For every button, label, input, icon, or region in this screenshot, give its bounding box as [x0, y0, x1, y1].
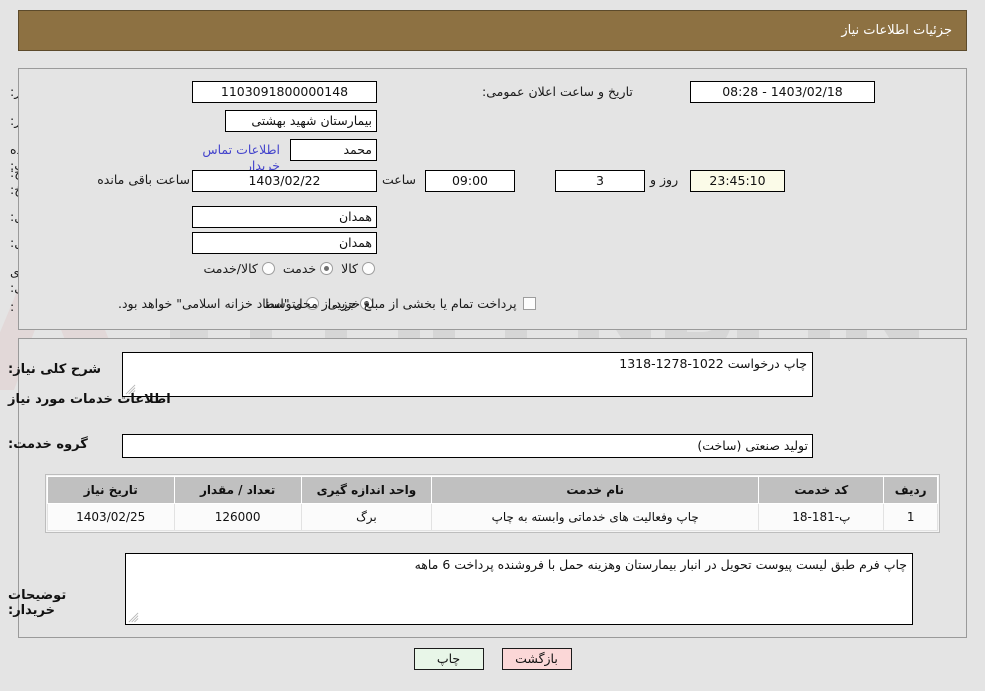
service-group-label: گروه خدمت:: [8, 437, 88, 452]
table-row[interactable]: 1 پ-181-18 چاپ وفعالیت های خدماتی وابسته ب…: [47, 503, 938, 531]
category-label-0: کالا: [341, 261, 358, 276]
buyer-notes-label: توضیحات خریدار:: [8, 588, 67, 618]
buyer-notes-text: چاپ فرم طبق لیست پیوست تحویل در انبار بی…: [414, 557, 907, 572]
need-summary-panel: [18, 68, 967, 330]
treasury-checkbox[interactable]: [522, 297, 536, 310]
table-cell-row_no: 1: [883, 503, 938, 531]
announce-datetime-label: تاریخ و ساعت اعلان عمومی:: [482, 84, 633, 99]
category-label-1: خدمت: [282, 261, 317, 276]
table-cell-quantity: 126000: [173, 503, 302, 531]
days-field[interactable]: 3: [555, 170, 645, 192]
table-header-cell-5: تاریخ نیاز: [47, 476, 175, 504]
deadline-date-field[interactable]: 1403/02/22: [192, 170, 377, 192]
services-info-title: اطلاعات خدمات مورد نیاز: [8, 392, 171, 407]
announce-datetime-field[interactable]: 1403/02/18 - 08:28: [690, 81, 875, 103]
general-desc-text: چاپ درخواست 1022-1278-1318: [619, 356, 807, 371]
treasury-checkbox-row[interactable]: پرداخت تمام یا بخشی از مبلغ خرید،از محل …: [118, 296, 536, 311]
table-header-cell-2: نام خدمت: [431, 476, 760, 504]
table-cell-service_code: پ-181-18: [758, 503, 885, 531]
table-header-cell-4: تعداد / مقدار: [173, 476, 302, 504]
table-cell-need_date: 1403/02/25: [47, 503, 175, 531]
table-cell-service_name: چاپ وفعالیت های خدماتی وابسته به چاپ: [431, 503, 760, 531]
table-header-cell-0: ردیف: [883, 476, 938, 504]
category-radio-1[interactable]: [320, 262, 334, 275]
services-table-wrapper: ردیف کد خدمت نام خدمت واحد اندازه گیری تعداد…: [45, 474, 940, 533]
need-number-field[interactable]: 1103091800000148: [192, 81, 377, 103]
creator-field[interactable]: محمد شیرزادی توکل کاربرداز بیمارستان شهی…: [290, 139, 377, 161]
countdown-field: 23:45:10: [690, 170, 785, 192]
table-header-row: ردیف کد خدمت نام خدمت واحد اندازه گیری تعداد…: [47, 476, 938, 504]
category-radio-0[interactable]: [362, 262, 375, 275]
page-header: جزئیات اطلاعات نیاز: [18, 10, 967, 51]
services-table: ردیف کد خدمت نام خدمت واحد اندازه گیری تعداد…: [47, 476, 938, 531]
province-field[interactable]: همدان: [192, 206, 377, 228]
treasury-checkbox-label: پرداخت تمام یا بخشی از مبلغ خرید،از محل …: [118, 296, 517, 311]
print-button[interactable]: چاپ: [413, 648, 484, 670]
city-field[interactable]: همدان: [192, 232, 377, 254]
general-desc-textarea[interactable]: چاپ درخواست 1022-1278-1318: [122, 352, 813, 397]
service-group-field[interactable]: تولید صنعتی (ساخت): [122, 434, 813, 458]
hour-field[interactable]: 09:00: [425, 170, 515, 192]
countdown-suffix-label: ساعت باقی مانده: [97, 172, 190, 187]
days-suffix-label: روز و: [650, 172, 679, 187]
category-radio-2[interactable]: [261, 262, 275, 275]
table-header-cell-1: کد خدمت: [758, 476, 885, 504]
category-label-2: کالا/خدمت: [203, 261, 258, 276]
category-radio-group[interactable]: کالا خدمت کالا/خدمت: [203, 261, 375, 276]
hour-label: ساعت: [382, 172, 417, 187]
back-button[interactable]: بازگشت: [501, 648, 572, 670]
general-desc-label: شرح کلی نیاز:: [8, 362, 102, 377]
category-option-0[interactable]: کالا: [341, 261, 375, 276]
category-option-1[interactable]: خدمت: [282, 261, 334, 276]
page-title: جزئیات اطلاعات نیاز: [841, 23, 952, 38]
buyer-notes-textarea[interactable]: چاپ فرم طبق لیست پیوست تحویل در انبار بی…: [125, 553, 913, 625]
footer-button-bar: بازگشت چاپ: [0, 648, 985, 670]
page-root: جزئیات اطلاعات نیاز شماره نیاز: 11030918…: [0, 0, 985, 691]
buyer-org-field[interactable]: بیمارستان شهید بهشتی همدان: [225, 110, 377, 132]
table-header-cell-3: واحد اندازه گیری: [300, 476, 433, 504]
resize-grip-icon-2[interactable]: [128, 612, 139, 623]
category-option-2[interactable]: کالا/خدمت: [203, 261, 275, 276]
table-cell-unit: برگ: [300, 503, 433, 531]
table-body: 1 پ-181-18 چاپ وفعالیت های خدماتی وابسته ب…: [47, 503, 938, 531]
